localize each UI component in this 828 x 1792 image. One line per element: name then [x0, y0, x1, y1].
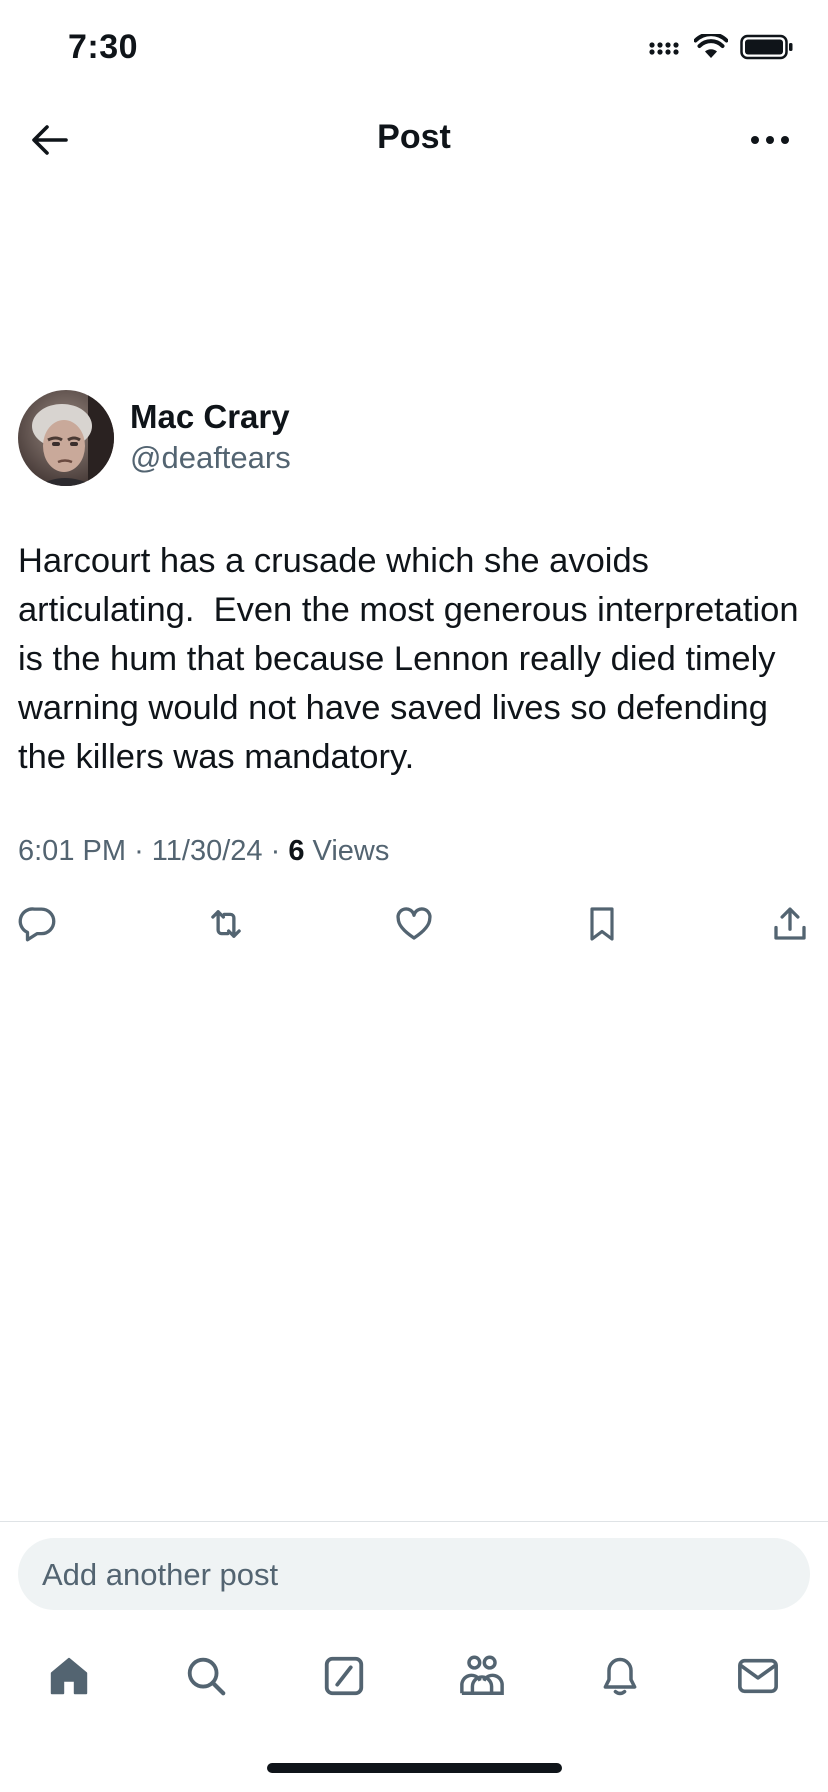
author-handle[interactable]: @deaftears — [130, 440, 291, 476]
post-meta: 6:01 PM · 11/30/24 · 6 Views — [18, 835, 389, 868]
tab-notifications[interactable] — [594, 1650, 646, 1702]
post-time: 6:01 PM — [18, 835, 126, 867]
post-text: Harcourt has a crusade which she avoids … — [18, 542, 809, 776]
reply-placeholder: Add another post — [42, 1557, 279, 1592]
tab-communities[interactable] — [456, 1650, 508, 1702]
tab-messages[interactable] — [732, 1650, 784, 1702]
meta-separator: · — [270, 835, 281, 867]
post-date: 11/30/24 — [151, 835, 263, 867]
status-time: 7:30 — [68, 28, 139, 66]
like-icon — [396, 907, 432, 940]
repost-button[interactable] — [202, 900, 250, 948]
like-button[interactable] — [390, 900, 438, 948]
wifi-icon — [694, 34, 728, 58]
tab-search[interactable] — [180, 1650, 232, 1702]
bookmark-button[interactable] — [578, 900, 626, 948]
home-indicator — [267, 1763, 562, 1773]
reply-button[interactable] — [14, 900, 62, 948]
share-button[interactable] — [766, 900, 814, 948]
tab-home[interactable] — [43, 1650, 95, 1702]
notifications-icon — [603, 1657, 637, 1696]
communities-icon — [460, 1655, 504, 1695]
signal-icon — [649, 42, 679, 55]
search-icon — [187, 1657, 226, 1696]
page-title: Post — [377, 118, 451, 156]
battery-icon — [740, 34, 793, 60]
more-options-button[interactable] — [742, 120, 798, 160]
repost-icon — [211, 910, 241, 938]
avatar[interactable] — [18, 390, 114, 486]
share-icon — [774, 907, 806, 940]
grok-icon — [324, 1656, 364, 1696]
tab-grok[interactable] — [318, 1650, 370, 1702]
more-horizontal-icon — [751, 136, 789, 144]
divider — [0, 1521, 828, 1522]
reply-icon — [18, 907, 56, 942]
bookmark-icon — [590, 907, 614, 941]
home-icon — [50, 1657, 88, 1695]
reply-input[interactable]: Add another post — [18, 1538, 810, 1610]
messages-icon — [738, 1658, 778, 1694]
status-icons — [648, 34, 794, 60]
avatar-image — [18, 390, 114, 486]
views-label[interactable]: Views — [313, 835, 390, 867]
meta-separator: · — [134, 835, 144, 867]
views-count[interactable]: 6 — [288, 835, 304, 867]
author-name[interactable]: Mac Crary — [130, 398, 290, 436]
